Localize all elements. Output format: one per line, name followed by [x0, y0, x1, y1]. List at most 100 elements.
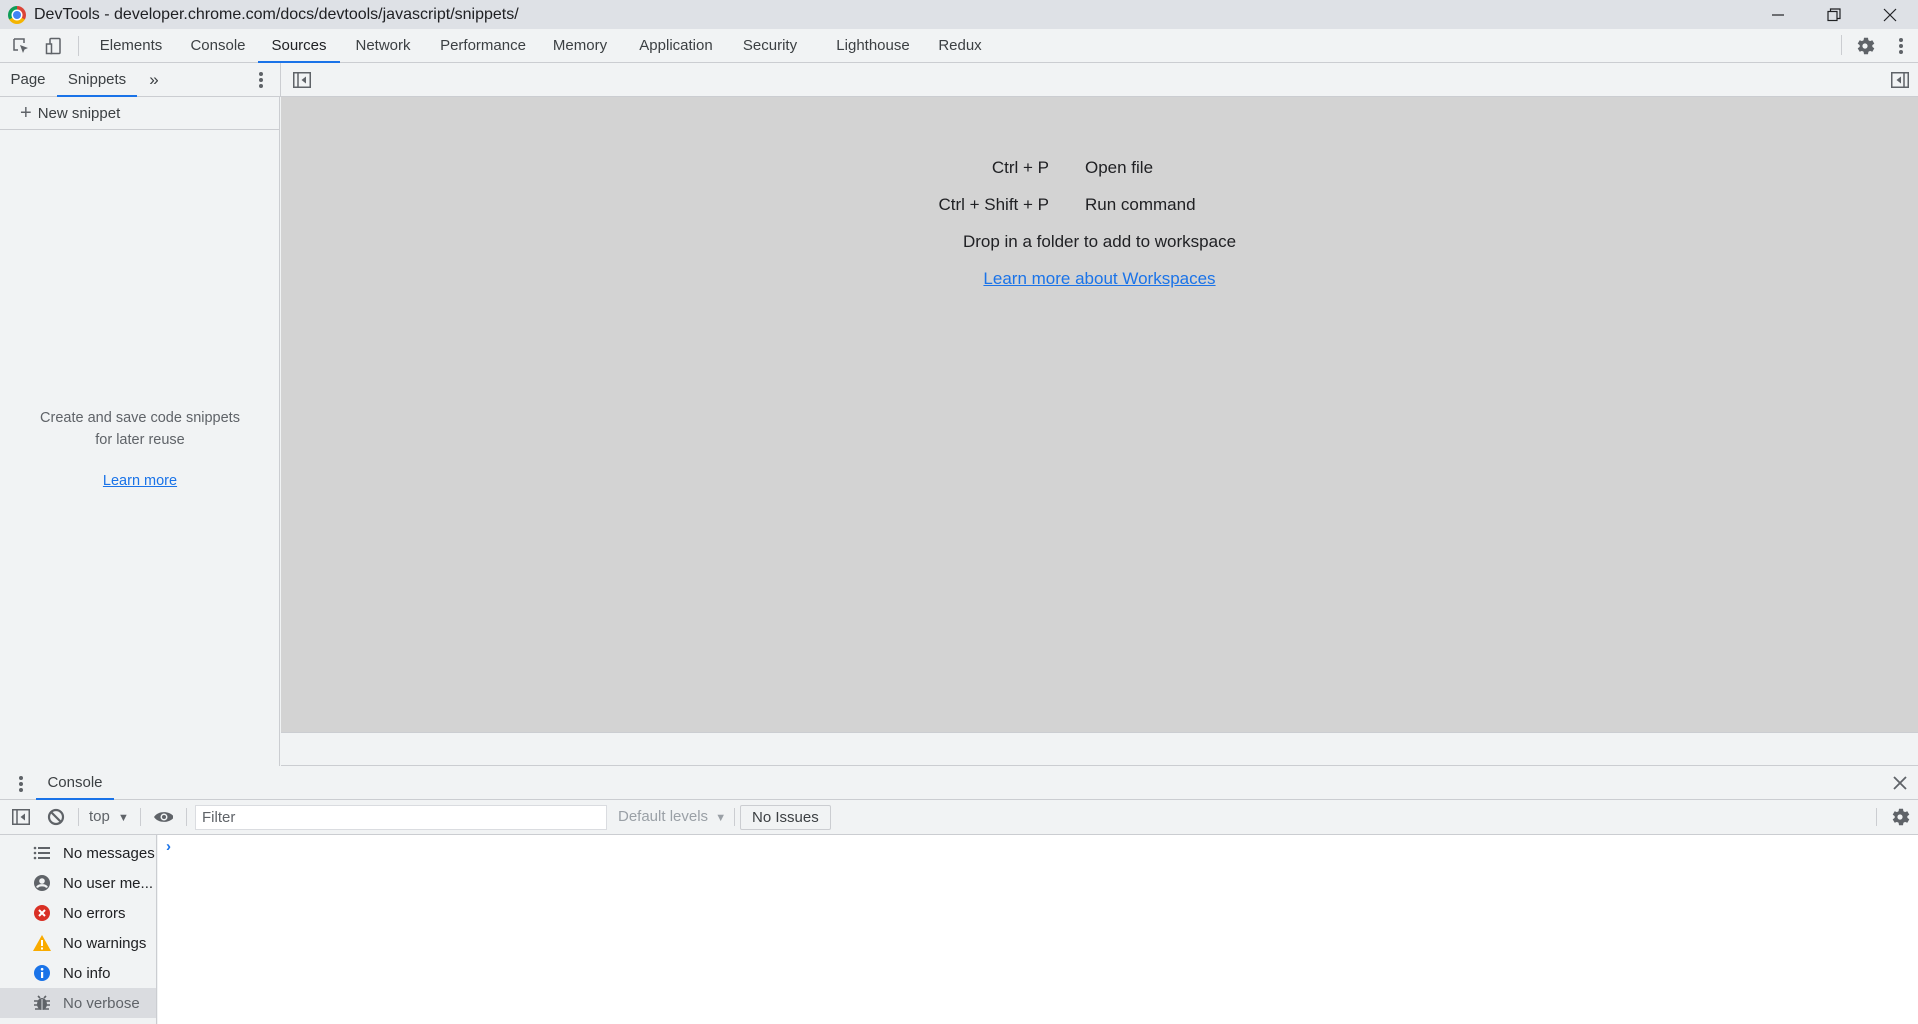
toolbar-divider: [78, 808, 79, 826]
navigator-tab-snippets[interactable]: Snippets: [57, 63, 137, 97]
context-selector[interactable]: top ▼: [89, 800, 129, 834]
console-filter-input[interactable]: [195, 805, 607, 830]
sidebar-item-label: No user me...: [63, 874, 154, 892]
toggle-navigator-button[interactable]: [292, 70, 312, 90]
plus-icon: +: [20, 102, 32, 124]
tab-network[interactable]: Network: [346, 29, 420, 62]
error-icon: [32, 903, 52, 923]
new-snippet-button[interactable]: + New snippet: [0, 97, 279, 130]
editor-statusbar: [281, 732, 1918, 766]
sidebar-item-verbose[interactable]: No verbose: [0, 988, 156, 1018]
minimize-button[interactable]: [1750, 0, 1806, 29]
sidebar-item-label: No warnings: [63, 934, 147, 952]
shortcut-key: Ctrl + P: [991, 157, 1049, 177]
inspect-element-icon: [13, 38, 28, 53]
sidebar-item-messages[interactable]: No messages: [0, 838, 156, 868]
issues-button[interactable]: No Issues: [740, 805, 831, 830]
empty-message-line: Create and save code snippets: [40, 410, 240, 426]
console-toolbar: top ▼ Default levels ▼ No Issues: [0, 800, 1918, 835]
snippets-empty-message: Create and save code snippets for later …: [0, 407, 280, 451]
dropdown-arrow-icon: ▼: [118, 812, 129, 824]
tab-application[interactable]: Application: [630, 29, 722, 62]
toggle-sidebar-right-icon: [1891, 72, 1909, 88]
new-snippet-label: New snippet: [37, 104, 121, 122]
close-icon: [1883, 8, 1897, 21]
shortcut-action: Open file: [1085, 157, 1154, 177]
close-drawer-button[interactable]: [1890, 773, 1910, 793]
log-levels-label: Default levels: [618, 808, 709, 825]
sidebar-item-warnings[interactable]: No warnings: [0, 928, 156, 958]
more-options-icon: [1899, 38, 1903, 54]
toolbar-divider: [140, 808, 141, 826]
live-expression-button[interactable]: [153, 807, 173, 827]
tab-redux[interactable]: Redux: [932, 29, 988, 62]
clear-console-button[interactable]: [46, 807, 66, 827]
toggle-debugger-button[interactable]: [1890, 70, 1910, 90]
empty-message-line: for later reuse: [95, 432, 185, 448]
navigator-tab-page[interactable]: Page: [6, 63, 50, 96]
editor-area: Ctrl + P Open file Ctrl + Shift + P Run …: [281, 97, 1918, 732]
settings-button[interactable]: [1855, 36, 1875, 56]
toolbar-divider: [1876, 808, 1877, 826]
sources-subbar: Page Snippets »: [0, 63, 1918, 97]
tab-memory[interactable]: Memory: [545, 29, 615, 62]
drop-folder-hint: Drop in a folder to add to workspace: [962, 232, 1237, 251]
sidebar-item-user-messages[interactable]: No user me...: [0, 868, 156, 898]
list-icon: [32, 843, 52, 863]
device-toolbar-icon: [45, 37, 61, 55]
shortcut-action: Run command: [1085, 194, 1196, 214]
restore-icon: [1827, 7, 1841, 21]
shortcut-hints: Ctrl + P Open file Ctrl + Shift + P Run …: [281, 149, 1918, 297]
pane-divider: [280, 63, 281, 97]
window-titlebar: DevTools - developer.chrome.com/docs/dev…: [0, 0, 1918, 29]
sidebar-item-label: No messages: [63, 844, 155, 862]
sidebar-item-info[interactable]: No info: [0, 958, 156, 988]
learn-more-link[interactable]: Learn more: [103, 473, 177, 489]
more-tabs-button[interactable]: »: [144, 63, 164, 96]
tab-sources[interactable]: Sources: [258, 29, 340, 63]
toolbar-divider: [1841, 35, 1842, 55]
restore-button[interactable]: [1806, 0, 1862, 29]
close-window-button[interactable]: [1862, 0, 1918, 29]
tab-lighthouse[interactable]: Lighthouse: [831, 29, 915, 62]
tab-elements[interactable]: Elements: [89, 29, 173, 62]
drawer-header: Console: [0, 766, 1918, 800]
settings-icon: [1857, 37, 1875, 55]
warning-icon: [32, 933, 52, 953]
toggle-sidebar-left-icon: [293, 72, 311, 88]
main-toolbar: Elements Console Sources Network Perform…: [0, 29, 1918, 63]
context-value: top: [89, 808, 110, 825]
tab-security[interactable]: Security: [735, 29, 805, 62]
toggle-sidebar-left-icon: [12, 809, 30, 825]
close-icon: [1893, 776, 1907, 790]
sidebar-item-label: No info: [63, 964, 111, 982]
drawer-tab-console[interactable]: Console: [36, 766, 114, 800]
clear-console-icon: [47, 808, 65, 826]
inspect-element-button[interactable]: [11, 36, 31, 56]
workspaces-link[interactable]: Learn more about Workspaces: [983, 269, 1215, 288]
tab-performance[interactable]: Performance: [432, 29, 534, 62]
toggle-console-sidebar-button[interactable]: [11, 807, 31, 827]
more-options-icon: [19, 776, 23, 792]
snippets-navigator: + New snippet Create and save code snipp…: [0, 97, 280, 766]
minimize-icon: [1772, 13, 1784, 16]
bug-icon: [32, 993, 52, 1013]
navigator-menu-button[interactable]: [251, 70, 271, 90]
sidebar-item-label: No verbose: [63, 994, 140, 1012]
tab-console[interactable]: Console: [180, 29, 256, 62]
drawer-menu-button[interactable]: [11, 774, 31, 794]
toolbar-divider: [78, 36, 79, 56]
chrome-logo-icon: [8, 5, 26, 24]
toolbar-divider: [734, 808, 735, 826]
more-options-button[interactable]: [1891, 36, 1911, 56]
sidebar-item-label: No errors: [63, 904, 126, 922]
device-toolbar-button[interactable]: [44, 36, 64, 56]
console-settings-button[interactable]: [1890, 807, 1910, 827]
user-icon: [32, 873, 52, 893]
sidebar-item-errors[interactable]: No errors: [0, 898, 156, 928]
console-output[interactable]: ›: [158, 835, 1918, 1024]
console-prompt-icon: ›: [166, 838, 171, 855]
info-icon: [32, 963, 52, 983]
shortcut-row: Ctrl + P Open file: [281, 149, 1918, 186]
log-levels-dropdown[interactable]: Default levels ▼: [618, 800, 726, 834]
